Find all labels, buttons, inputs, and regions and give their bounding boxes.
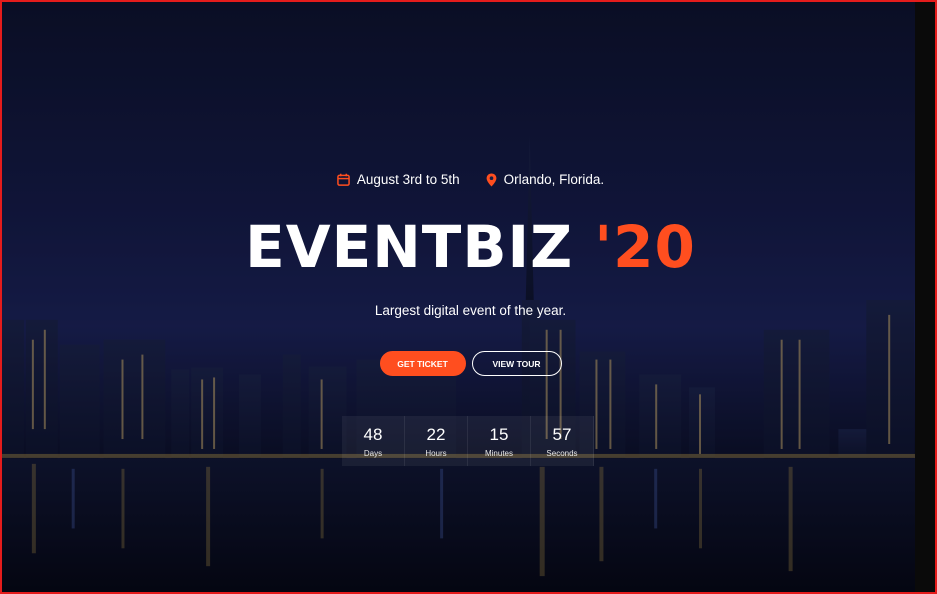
event-date: August 3rd to 5th xyxy=(336,172,460,187)
window-edge xyxy=(915,2,935,592)
event-meta: August 3rd to 5th Orlando, Florida. xyxy=(2,172,935,187)
event-location-text: Orlando, Florida. xyxy=(503,172,605,187)
countdown-value: 57 xyxy=(552,424,572,444)
countdown-label: Seconds xyxy=(546,448,578,458)
calendar-icon xyxy=(336,173,350,186)
event-title-year: '20 xyxy=(594,213,696,281)
countdown-seconds: 57 Seconds xyxy=(531,416,594,466)
hero-actions: GET TICKET VIEW TOUR xyxy=(2,351,935,376)
countdown-value: 22 xyxy=(426,424,446,444)
countdown-label: Minutes xyxy=(484,448,513,458)
map-pin-icon xyxy=(486,173,497,187)
countdown-label: Days xyxy=(363,448,383,458)
hero-section: August 3rd to 5th Orlando, Florida. EVEN… xyxy=(0,0,937,594)
get-ticket-button[interactable]: GET TICKET xyxy=(379,351,466,376)
event-date-text: August 3rd to 5th xyxy=(356,172,460,187)
event-title-main: EVENTBIZ xyxy=(245,213,574,281)
event-subtitle: Largest digital event of the year. xyxy=(374,303,567,318)
view-tour-button[interactable]: VIEW TOUR xyxy=(471,351,562,376)
countdown-days: 48 Days xyxy=(342,416,405,466)
countdown-value: 48 xyxy=(363,424,383,444)
countdown-minutes: 15 Minutes xyxy=(468,416,531,466)
countdown-value: 15 xyxy=(489,424,509,444)
countdown-timer: 48 Days 22 Hours 15 Minutes 57 Seconds xyxy=(342,416,594,466)
event-title: EVENTBIZ '20 xyxy=(2,213,935,281)
countdown-label: Hours xyxy=(425,448,447,458)
countdown-hours: 22 Hours xyxy=(405,416,468,466)
dark-overlay xyxy=(2,2,935,592)
event-location: Orlando, Florida. xyxy=(486,172,605,187)
